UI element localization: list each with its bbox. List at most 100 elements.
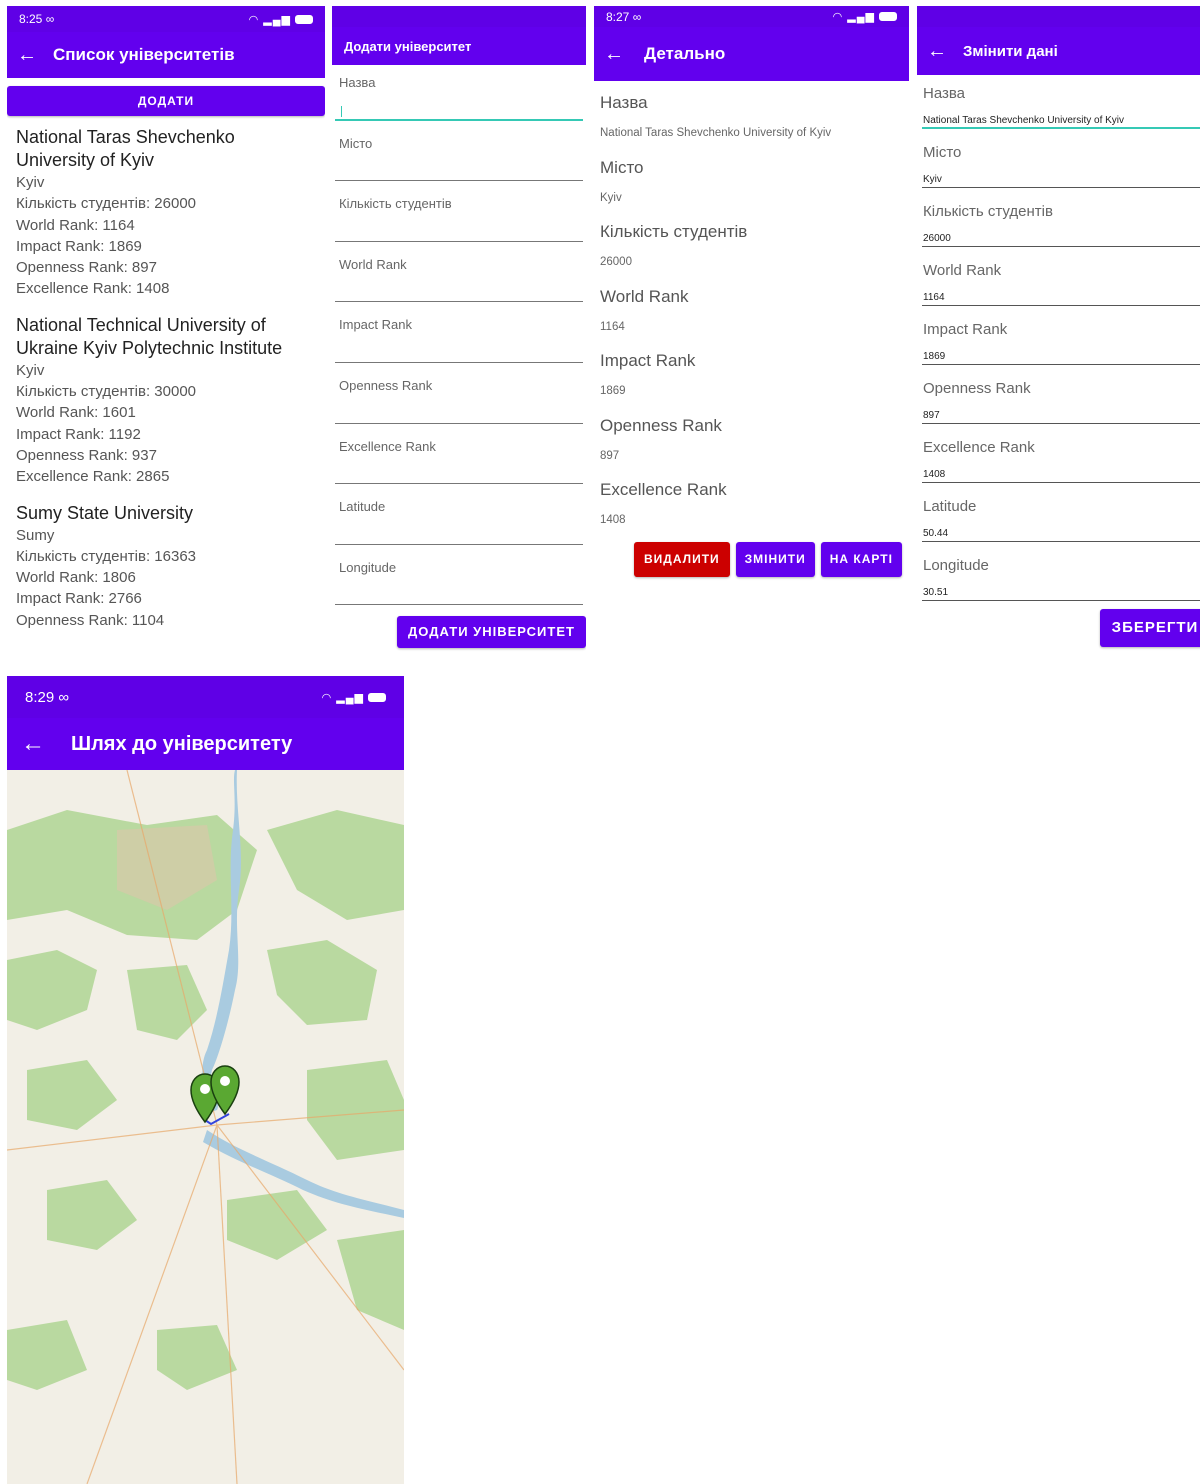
delete-button[interactable]: ВИДАЛИТИ — [634, 542, 730, 577]
field-underline — [335, 361, 583, 363]
status-icons: ◠ ▂▄▆ — [249, 13, 313, 26]
show-on-map-button[interactable]: НА КАРТІ — [820, 542, 902, 577]
university-openness-rank: Openness Rank: 1104 — [16, 611, 165, 629]
field-underline — [335, 301, 583, 303]
university-students: Кількість студентів: 26000 — [16, 195, 197, 213]
screen-details: 8:27 ∞ ◠ ▂▄▆ ← Детально Назва National T… — [594, 6, 909, 584]
status-bar — [332, 6, 586, 27]
field-value: 897 — [923, 410, 940, 421]
university-city: Kyiv — [16, 361, 45, 379]
detail-label: Назва — [600, 93, 648, 112]
field-label: World Rank — [923, 262, 1002, 279]
save-button[interactable]: ЗБЕРЕГТИ — [1100, 609, 1200, 647]
impact-rank-field[interactable]: Impact Rank 1869 — [922, 311, 1200, 370]
wifi-icon: ◠ — [248, 13, 260, 26]
excellence-rank-field[interactable]: Excellence Rank 1408 — [922, 429, 1200, 488]
university-name: Sumy State University — [16, 502, 194, 523]
field-value: 50.44 — [923, 528, 949, 539]
field-underline — [922, 305, 1200, 306]
field-label: Місто — [339, 135, 373, 151]
field-label: Назва — [923, 85, 966, 102]
field-underline — [335, 240, 583, 242]
detail-value: 897 — [600, 449, 620, 462]
detail-value: Kyiv — [600, 191, 622, 204]
status-bar: 8:27 ∞ ◠ ▂▄▆ — [594, 6, 909, 27]
university-city: Kyiv — [16, 174, 45, 191]
university-excellence-rank: Excellence Rank: 1408 — [16, 280, 170, 298]
latitude-field[interactable]: Latitude 50.44 — [922, 488, 1200, 547]
detail-label: World Rank — [600, 286, 689, 306]
excellence-rank-field[interactable]: Excellence Rank — [335, 429, 586, 490]
status-icons: ◠ ▂▄▆ — [833, 10, 897, 23]
field-underline — [335, 180, 583, 182]
detail-label: Impact Rank — [600, 351, 696, 370]
field-label: Impact Rank — [923, 321, 1008, 338]
detail-value: 1408 — [600, 514, 626, 526]
field-underline — [922, 364, 1200, 365]
field-underline — [922, 423, 1200, 424]
field-underline — [335, 604, 583, 606]
back-arrow-icon[interactable]: ← — [917, 40, 957, 63]
field-label: Excellence Rank — [923, 439, 1035, 456]
field-value: Kyiv — [923, 174, 942, 185]
field-label: Місто — [923, 144, 962, 161]
latitude-field[interactable]: Latitude — [335, 489, 586, 550]
detail-value: 1164 — [600, 320, 625, 333]
list-item[interactable]: National Technical University of Ukraine… — [16, 314, 316, 488]
edit-button[interactable]: ЗМІНИТИ — [735, 542, 815, 577]
status-bar: 8:29 ∞ ◠ ▂▄▆ — [7, 676, 404, 718]
world-rank-field[interactable]: World Rank 1164 — [922, 252, 1200, 311]
page-title: Детально — [644, 44, 726, 63]
screen-university-list: 8:25 ∞ ◠ ▂▄▆ ← Список університетів ДОДА… — [7, 6, 325, 654]
list-item[interactable]: Sumy State University Sumy Кількість сту… — [16, 502, 316, 631]
field-underline — [922, 541, 1200, 542]
longitude-field[interactable]: Longitude 30.51 — [922, 547, 1200, 606]
status-time: 8:25 ∞ — [19, 12, 55, 26]
university-name: National Taras Shevchenko University of … — [16, 127, 235, 170]
detail-list: Назва National Taras Shevchenko Universi… — [594, 81, 909, 543]
detail-label: Кількість студентів — [600, 222, 748, 241]
students-field[interactable]: Кількість студентів 26000 — [922, 193, 1200, 252]
university-students: Кількість студентів: 16363 — [16, 547, 197, 565]
longitude-field[interactable]: Longitude — [335, 550, 586, 611]
app-bar: ← Список університетів — [7, 32, 325, 78]
name-field[interactable]: Назва — [335, 65, 586, 126]
field-label: Impact Rank — [339, 317, 412, 333]
detail-label: Excellence Rank — [600, 480, 727, 499]
list-item[interactable]: National Taras Shevchenko University of … — [16, 126, 316, 300]
field-value: National Taras Shevchenko University of … — [923, 115, 1125, 126]
name-field[interactable]: Назва National Taras Shevchenko Universi… — [922, 75, 1200, 134]
field-value: 26000 — [923, 233, 951, 244]
openness-rank-field[interactable]: Openness Rank 897 — [922, 370, 1200, 429]
detail-actions: ВИДАЛИТИ ЗМІНИТИ НА КАРТІ — [634, 542, 902, 577]
route-map[interactable] — [7, 770, 404, 1484]
city-field[interactable]: Місто — [335, 126, 586, 187]
signal-icon: ▂▄▆ — [847, 11, 875, 23]
students-field[interactable]: Кількість студентів — [335, 186, 586, 247]
impact-rank-field[interactable]: Impact Rank — [335, 307, 586, 368]
world-rank-field[interactable]: World Rank — [335, 247, 586, 308]
back-arrow-icon[interactable]: ← — [13, 730, 53, 758]
add-university-button[interactable]: ДОДАТИ УНІВЕРСИТЕТ — [397, 616, 586, 648]
app-bar: ← Змінити дані — [917, 27, 1200, 75]
city-field[interactable]: Місто Kyiv — [922, 134, 1200, 193]
field-underline — [922, 246, 1200, 247]
field-label: Кількість студентів — [923, 203, 1053, 220]
university-impact-rank: Impact Rank: 1869 — [16, 237, 142, 255]
field-underline — [922, 127, 1200, 129]
openness-rank-field[interactable]: Openness Rank — [335, 368, 586, 429]
status-bar: 8:25 ∞ ◠ ▂▄▆ — [7, 6, 325, 32]
field-label: Excellence Rank — [339, 438, 436, 454]
university-impact-rank: Impact Rank: 1192 — [16, 425, 141, 443]
field-label: Openness Rank — [923, 380, 1031, 397]
page-title: Змінити дані — [963, 42, 1058, 60]
page-title: Шлях до університету — [71, 732, 293, 755]
back-arrow-icon[interactable]: ← — [7, 44, 47, 67]
add-button[interactable]: ДОДАТИ — [7, 86, 325, 116]
field-value: 1869 — [923, 351, 946, 362]
back-arrow-icon[interactable]: ← — [594, 43, 634, 66]
university-openness-rank: Openness Rank: 897 — [16, 259, 157, 277]
status-icons: ◠ ▂▄▆ — [322, 691, 386, 704]
signal-icon: ▂▄▆ — [336, 691, 364, 704]
field-underline — [335, 543, 583, 545]
